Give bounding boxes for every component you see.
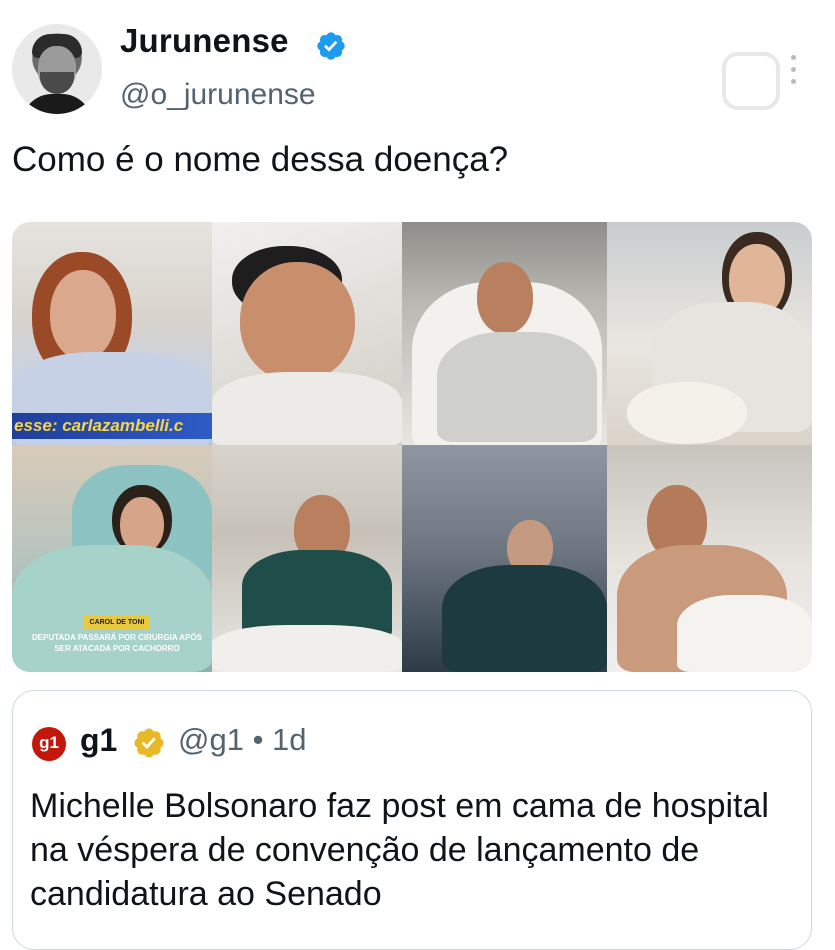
photo-1-face	[50, 270, 116, 360]
photo-8-sheet	[677, 595, 812, 672]
g1-avatar[interactable]: g1	[32, 727, 66, 761]
photo-6[interactable]	[212, 445, 402, 672]
photo-3-shirt	[437, 332, 597, 442]
gold-verified-badge-icon	[134, 728, 164, 758]
photo-4-plate	[627, 382, 747, 444]
avatar-beard	[40, 72, 74, 94]
photo-7-blanket	[442, 565, 607, 672]
photo-5[interactable]: CAROL DE TONI DEPUTADA PASSARÁ POR CIRUR…	[12, 445, 212, 672]
photo-2[interactable]	[212, 222, 402, 445]
photo-6-sheet	[212, 625, 402, 672]
photo-3-face	[477, 262, 533, 334]
photo-2-face	[240, 262, 355, 382]
quoted-handle-time: @g1 • 1d	[178, 722, 307, 757]
quoted-text: Michelle Bolsonaro faz post em cama de h…	[30, 787, 769, 913]
photo-7[interactable]	[402, 445, 607, 672]
photo-3[interactable]	[402, 222, 607, 445]
photo-2-sheet	[212, 372, 402, 445]
more-options-icon[interactable]	[790, 55, 798, 95]
photo-5-caption: DEPUTADA PASSARÁ POR CIRURGIA APÓS SER A…	[32, 633, 202, 653]
avatar-shirt	[22, 94, 92, 114]
photo-1-caption: esse: carlazambelli.c	[12, 413, 212, 439]
photo-1[interactable]: esse: carlazambelli.c	[12, 222, 212, 445]
author-handle[interactable]: @o_jurunense	[120, 78, 316, 112]
photo-4[interactable]	[607, 222, 812, 445]
watermark-icon	[722, 52, 780, 110]
photo-5-overlay: CAROL DE TONI DEPUTADA PASSARÁ POR CIRUR…	[32, 616, 202, 654]
post-text: Como é o nome dessa doença?	[12, 140, 509, 179]
photo-5-tag: CAROL DE TONI	[83, 616, 151, 629]
media-grid[interactable]: esse: carlazambelli.c CAROL DE TONI DEPU…	[12, 222, 812, 672]
quoted-author-name[interactable]: g1	[80, 722, 117, 759]
photo-8[interactable]	[607, 445, 812, 672]
author-name[interactable]: Jurunense	[120, 22, 289, 60]
author-avatar[interactable]	[12, 24, 102, 114]
verified-badge-icon	[317, 32, 345, 60]
